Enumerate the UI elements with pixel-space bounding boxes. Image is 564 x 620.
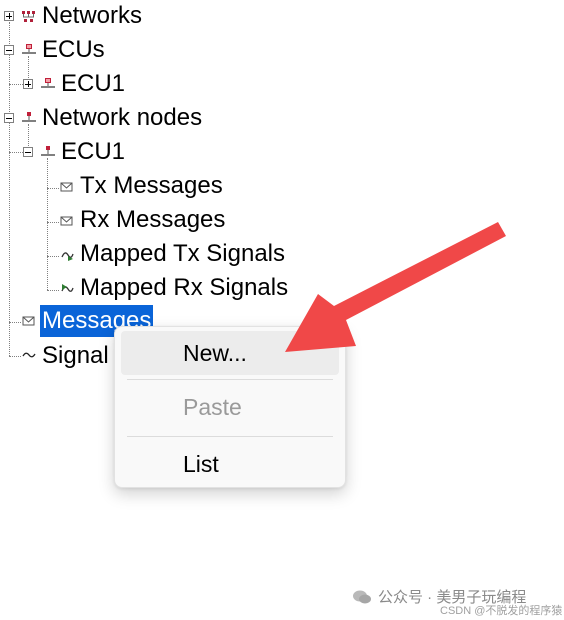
tree-item-label: Signal [42,342,109,369]
node-icon [41,146,55,156]
menu-item-list[interactable]: List [121,442,339,486]
tree-line [47,222,59,223]
tree-line [9,84,23,85]
tree-line [47,290,59,291]
tree-item-mapped-tx-signals[interactable]: Mapped Tx Signals [78,238,287,270]
envelope-icon [60,182,73,192]
menu-item-label: Paste [183,394,242,420]
network-icon [22,11,35,22]
tree-item-ecu1[interactable]: ECU1 [59,68,127,100]
mapped-rx-signal-icon [61,284,74,292]
tree-item-label: Network nodes [42,104,203,131]
tree-item-label: Rx Messages [80,206,226,233]
menu-item-label: List [183,451,219,477]
tree-item-label: Networks [42,2,143,29]
tree-line [47,188,59,189]
context-menu: New... Paste List [114,326,346,488]
expand-ecu1-toggle[interactable] [23,79,33,89]
signal-wave-icon [22,352,36,358]
wechat-logo-icon [353,590,371,603]
tree-line [9,322,21,323]
tree-line [9,152,23,153]
menu-item-label: New... [183,340,247,366]
collapse-ecus-toggle[interactable] [4,45,14,55]
collapse-network-nodes-toggle[interactable] [4,113,14,123]
menu-item-paste[interactable]: Paste [121,385,339,429]
menu-item-new[interactable]: New... [121,331,339,375]
tree-item-label: ECU1 [61,70,126,97]
tree-item-ecus[interactable]: ECUs [40,34,107,66]
expand-networks-toggle[interactable] [4,11,14,21]
tree-line [47,158,48,290]
ecu-icon [22,44,36,54]
tree-item-label: ECU1 [61,138,126,165]
envelope-icon [60,216,73,226]
menu-separator [127,436,333,437]
menu-separator [127,379,333,380]
envelope-icon [22,316,35,326]
collapse-node-ecu1-toggle[interactable] [23,147,33,157]
mapped-tx-signal-icon [61,252,74,261]
tree-item-mapped-rx-signals[interactable]: Mapped Rx Signals [78,272,290,304]
watermark-subtext: CSDN @不脱发的程序猿 [440,605,563,617]
tree-item-signals[interactable]: Signal [40,340,111,372]
node-icon [22,112,36,122]
tree-line [47,256,59,257]
tree-item-networks[interactable]: Networks [40,0,144,32]
tree-item-node-ecu1[interactable]: ECU1 [59,136,127,168]
tree-item-rx-messages[interactable]: Rx Messages [78,204,227,236]
tree-line [9,356,21,357]
tree-item-label: Mapped Tx Signals [80,240,286,267]
tree-item-label: Tx Messages [80,172,223,199]
tree-item-label: ECUs [42,36,105,63]
ecu-icon [41,78,55,88]
tree-item-network-nodes[interactable]: Network nodes [40,102,204,134]
tree-item-label: Mapped Rx Signals [80,274,289,301]
tree-line [9,22,10,356]
tree-item-tx-messages[interactable]: Tx Messages [78,170,225,202]
